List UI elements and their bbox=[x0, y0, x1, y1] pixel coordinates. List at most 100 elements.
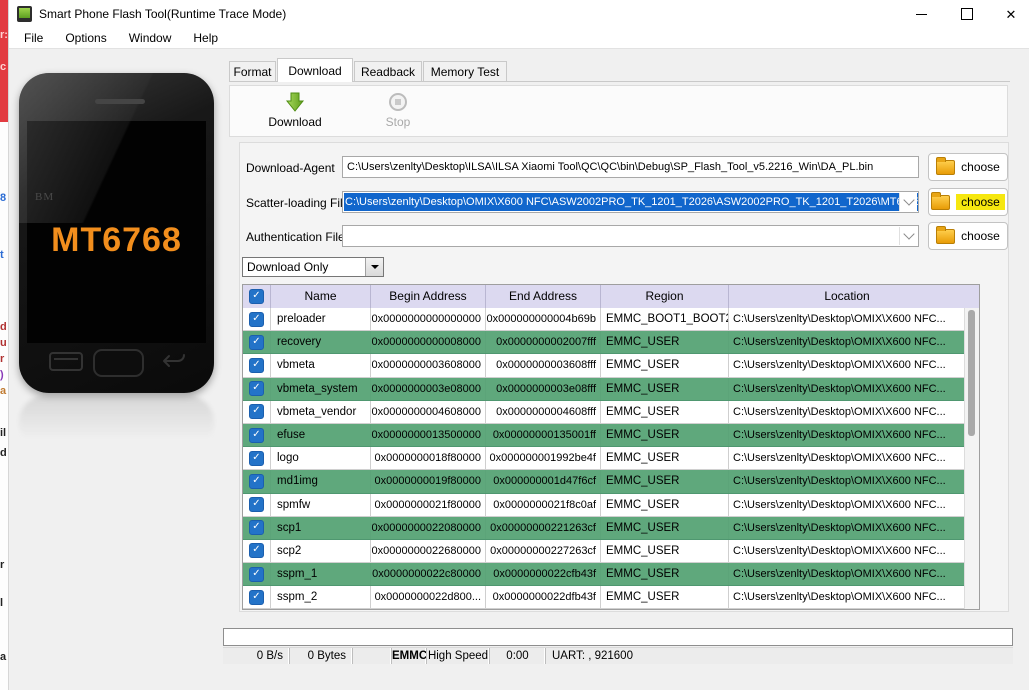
table-row[interactable]: ✓ spmfw 0x0000000021f80000 0x0000000021f8c0… bbox=[243, 493, 965, 517]
cell-name: efuse bbox=[271, 423, 371, 447]
row-checkbox[interactable]: ✓ bbox=[243, 447, 271, 470]
row-checkbox[interactable]: ✓ bbox=[243, 331, 271, 354]
phone-speaker bbox=[95, 99, 145, 104]
cell-region: EMMC_USER bbox=[601, 423, 729, 447]
tab-readback[interactable]: Readback bbox=[354, 61, 422, 81]
status-storage: EMMC bbox=[392, 648, 427, 664]
row-checkbox[interactable]: ✓ bbox=[243, 377, 271, 400]
auth-file-choose-button[interactable]: choose bbox=[928, 222, 1008, 250]
stop-action-button[interactable]: Stop bbox=[360, 91, 436, 129]
menu-file[interactable]: File bbox=[13, 29, 54, 47]
tab-download[interactable]: Download bbox=[277, 58, 353, 82]
download-agent-label: Download-Agent bbox=[246, 161, 335, 175]
table-row[interactable]: ✓ scp1 0x0000000022080000 0x00000000221263c… bbox=[243, 516, 965, 540]
header-region[interactable]: Region bbox=[601, 285, 729, 308]
scrollbar-thumb[interactable] bbox=[968, 310, 975, 436]
scatter-file-choose-button[interactable]: choose bbox=[928, 188, 1008, 216]
table-row[interactable]: ✓ logo 0x0000000018f80000 0x000000001992be4… bbox=[243, 447, 965, 471]
cell-name: scp1 bbox=[271, 516, 371, 539]
row-checkbox[interactable]: ✓ bbox=[243, 308, 271, 331]
header-location[interactable]: Location bbox=[729, 285, 965, 308]
cell-name: sspm_1 bbox=[271, 563, 371, 586]
cell-region: EMMC_USER bbox=[601, 563, 729, 586]
menu-window[interactable]: Window bbox=[118, 29, 183, 47]
auth-file-combobox[interactable] bbox=[342, 225, 919, 247]
cell-location: C:\Users\zenlty\Desktop\OMIX\X600 NFC... bbox=[733, 498, 946, 511]
status-bytes: 0 Bytes bbox=[290, 648, 353, 664]
cell-location: C:\Users\zenlty\Desktop\OMIX\X600 NFC... bbox=[733, 359, 946, 372]
cell-end-address: 0x000000000004b69b bbox=[486, 308, 601, 331]
cell-begin-address: 0x0000000021f80000 bbox=[371, 493, 486, 516]
cell-begin-address: 0x0000000019f80000 bbox=[371, 470, 486, 493]
mode-combo-arrow[interactable] bbox=[365, 258, 383, 276]
row-checkbox[interactable]: ✓ bbox=[243, 400, 271, 423]
folder-icon bbox=[936, 225, 956, 244]
checkbox-checked-icon: ✓ bbox=[249, 381, 264, 397]
row-checkbox[interactable]: ✓ bbox=[243, 563, 271, 586]
menu-options[interactable]: Options bbox=[54, 29, 117, 47]
table-row[interactable]: ✓ efuse 0x0000000013500000 0x00000000135001… bbox=[243, 423, 965, 448]
row-checkbox[interactable]: ✓ bbox=[243, 423, 271, 447]
download-agent-choose-button[interactable]: choose bbox=[928, 153, 1008, 181]
cell-region: EMMC_BOOT1_BOOT2 bbox=[601, 308, 729, 331]
cell-region: EMMC_USER bbox=[601, 331, 729, 354]
phone-back-icon bbox=[160, 353, 188, 371]
cell-begin-address: 0x0000000022c80000 bbox=[371, 563, 486, 586]
header-checkbox-cell[interactable]: ✓ bbox=[243, 285, 271, 308]
table-row[interactable]: ✓ vbmeta_system 0x0000000003e08000 0x000000… bbox=[243, 377, 965, 401]
table-row[interactable]: ✓ sspm_2 0x0000000022d800... 0x0000000022df… bbox=[243, 586, 965, 609]
row-checkbox[interactable]: ✓ bbox=[243, 539, 271, 563]
header-begin-address[interactable]: Begin Address bbox=[371, 285, 486, 308]
table-row[interactable]: ✓ recovery 0x0000000000008000 0x00000000020… bbox=[243, 331, 965, 355]
tab-memory-test[interactable]: Memory Test bbox=[423, 61, 507, 81]
cell-region: EMMC_USER bbox=[601, 493, 729, 516]
partition-table: ✓ Name Begin Address End Address Region … bbox=[242, 284, 980, 610]
row-checkbox[interactable]: ✓ bbox=[243, 493, 271, 516]
choose-label: choose bbox=[961, 229, 1000, 243]
close-button[interactable]: ✕ bbox=[994, 0, 1028, 28]
status-bar: 0 B/s 0 Bytes EMMC High Speed 0:00 UART:… bbox=[223, 647, 1013, 664]
cell-end-address: 0x00000000227263cf bbox=[486, 539, 601, 563]
cell-begin-address: 0x0000000000000000 bbox=[371, 308, 486, 331]
cell-region: EMMC_USER bbox=[601, 354, 729, 377]
header-end-address[interactable]: End Address bbox=[486, 285, 601, 308]
download-mode-select[interactable]: Download Only bbox=[242, 257, 384, 277]
cell-end-address: 0x0000000003e08fff bbox=[486, 377, 601, 400]
cell-location: C:\Users\zenlty\Desktop\OMIX\X600 NFC... bbox=[733, 568, 946, 581]
cell-end-address: 0x000000001992be4f bbox=[486, 447, 601, 470]
row-checkbox[interactable]: ✓ bbox=[243, 470, 271, 493]
row-checkbox[interactable]: ✓ bbox=[243, 516, 271, 539]
tab-format[interactable]: Format bbox=[229, 61, 276, 81]
download-agent-input[interactable]: C:\Users\zenlty\Desktop\ILSA\ILSA Xiaomi… bbox=[342, 156, 919, 178]
background-window-fragment: a bbox=[0, 385, 7, 397]
row-checkbox[interactable]: ✓ bbox=[243, 354, 271, 377]
flash-tool-window: Smart Phone Flash Tool(Runtime Trace Mod… bbox=[8, 0, 1029, 690]
scatter-combo-arrow[interactable] bbox=[899, 193, 917, 211]
table-row[interactable]: ✓ vbmeta 0x0000000003608000 0x0000000003608… bbox=[243, 354, 965, 378]
row-checkbox[interactable]: ✓ bbox=[243, 586, 271, 609]
download-action-button[interactable]: Download bbox=[250, 91, 340, 129]
header-name[interactable]: Name bbox=[271, 285, 371, 308]
table-row[interactable]: ✓ sspm_1 0x0000000022c80000 0x0000000022cfb… bbox=[243, 563, 965, 587]
menu-help[interactable]: Help bbox=[182, 29, 229, 47]
cell-begin-address: 0x0000000022d800... bbox=[371, 586, 486, 609]
cell-location: C:\Users\zenlty\Desktop\OMIX\X600 NFC... bbox=[733, 544, 946, 557]
auth-combo-arrow[interactable] bbox=[899, 227, 917, 245]
table-row[interactable]: ✓ vbmeta_vendor 0x0000000004608000 0x000000… bbox=[243, 400, 965, 424]
table-row[interactable]: ✓ preloader 0x0000000000000000 0x0000000000… bbox=[243, 308, 965, 332]
table-row[interactable]: ✓ scp2 0x0000000022680000 0x00000000227263c… bbox=[243, 539, 965, 564]
background-window-fragment: d bbox=[0, 321, 7, 333]
cell-name: vbmeta_system bbox=[271, 377, 371, 400]
checkbox-checked-icon: ✓ bbox=[249, 334, 264, 350]
phone-image: BM MT6768 bbox=[19, 73, 214, 393]
maximize-button[interactable] bbox=[950, 0, 984, 28]
minimize-button[interactable] bbox=[904, 0, 938, 28]
scatter-file-combobox[interactable]: C:\Users\zenlty\Desktop\OMIX\X600 NFC\AS… bbox=[342, 191, 919, 213]
table-row[interactable]: ✓ md1img 0x0000000019f80000 0x000000001d47f… bbox=[243, 470, 965, 494]
checkbox-checked-icon: ✓ bbox=[249, 357, 264, 373]
background-window-fragment: r bbox=[0, 559, 5, 571]
checkbox-checked-icon: ✓ bbox=[249, 589, 264, 605]
cell-region: EMMC_USER bbox=[601, 400, 729, 423]
screen: r: c 8 t d u r) a il d r l a Smart Phone Flash Tool(… bbox=[0, 0, 1029, 690]
table-scrollbar[interactable] bbox=[964, 308, 979, 609]
